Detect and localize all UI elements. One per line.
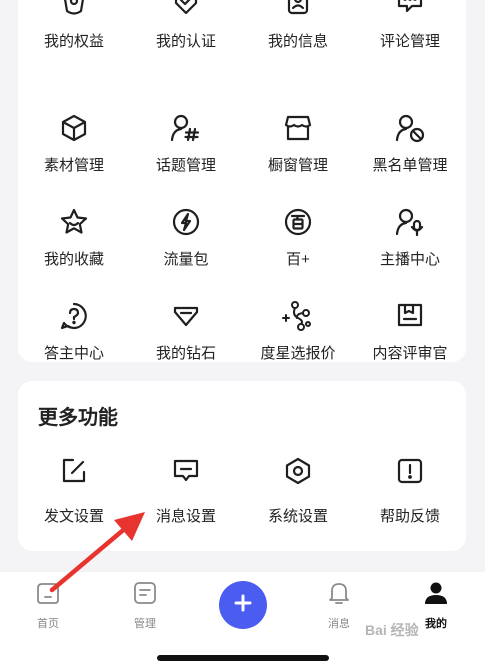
review-icon [394, 300, 426, 332]
grid-item-blacklist[interactable]: 黑名单管理 [354, 94, 466, 188]
hexagon-gear-icon [282, 455, 314, 487]
grid-item-traffic-pack[interactable]: 流量包 [130, 188, 242, 282]
shop-window-icon [282, 112, 314, 144]
tab-label: 消息 [328, 618, 350, 630]
edit-square-icon [58, 455, 90, 487]
diamond-icon [170, 300, 202, 332]
grid-item-label: 我的权益 [43, 33, 104, 50]
manage-icon [132, 580, 158, 611]
tab-manage[interactable]: 管理 [105, 580, 185, 631]
grid-item-star-quote[interactable]: 度星选报价 [242, 282, 354, 376]
features-grid: 我的权益 我的认证 我的信息 评论管理 素材管理 话题管理 橱窗管理 黑名单管理… [18, 0, 466, 376]
star-link-icon [282, 300, 314, 332]
tab-home[interactable]: 首页 [8, 580, 88, 631]
home-indicator [157, 655, 329, 661]
home-icon [35, 580, 61, 611]
more-functions-grid: 发文设置 消息设置 系统设置 帮助反馈 [18, 455, 466, 535]
user-block-icon [394, 112, 426, 144]
more-item-post-settings[interactable]: 发文设置 [18, 455, 130, 535]
grid-item-label: 橱窗管理 [267, 157, 328, 174]
bell-icon [326, 580, 352, 611]
grid-item-comments[interactable]: 评论管理 [354, 0, 466, 94]
comment-icon [394, 0, 426, 20]
grid-item-label: 素材管理 [43, 157, 104, 174]
grid-item-anchor-center[interactable]: 主播中心 [354, 188, 466, 282]
grid-item-label: 黑名单管理 [372, 157, 448, 174]
grid-item-diamonds[interactable]: 我的钻石 [130, 282, 242, 376]
section-title: 更多功能 [38, 407, 118, 429]
star-icon [58, 206, 90, 238]
grid-item-label: 话题管理 [155, 157, 216, 174]
grid-item-label: 流量包 [163, 251, 209, 268]
grid-item-shop-window[interactable]: 橱窗管理 [242, 94, 354, 188]
grid-item-label: 评论管理 [379, 33, 440, 50]
features-card: 我的权益 我的认证 我的信息 评论管理 素材管理 话题管理 橱窗管理 黑名单管理… [18, 0, 466, 362]
more-item-label: 发文设置 [43, 508, 104, 525]
grid-item-label: 内容评审官 [372, 345, 448, 362]
user-icon [423, 580, 449, 611]
more-item-label: 帮助反馈 [379, 508, 440, 525]
tab-label: 首页 [37, 618, 59, 630]
more-item-label: 消息设置 [155, 508, 216, 525]
grid-item-label: 我的认证 [155, 33, 216, 50]
badge-check-icon [170, 0, 202, 20]
plus-icon [232, 592, 254, 619]
grid-item-materials[interactable]: 素材管理 [18, 94, 130, 188]
grid-item-label: 我的收藏 [43, 251, 104, 268]
watermark: Bai 经验 [365, 622, 419, 638]
more-item-label: 系统设置 [267, 508, 328, 525]
user-mic-icon [394, 206, 426, 238]
gift-box-icon [58, 0, 90, 20]
grid-item-answerer-center[interactable]: 答主中心 [18, 282, 130, 376]
more-item-system-settings[interactable]: 系统设置 [242, 455, 354, 535]
grid-item-label: 百+ [286, 251, 310, 268]
grid-item-content-reviewer[interactable]: 内容评审官 [354, 282, 466, 376]
create-post-button[interactable] [219, 581, 267, 629]
more-functions-card: 更多功能 发文设置 消息设置 系统设置 帮助反馈 [18, 381, 466, 551]
grid-item-label: 主播中心 [379, 251, 440, 268]
question-icon [58, 300, 90, 332]
grid-item-info[interactable]: 我的信息 [242, 0, 354, 94]
grid-item-certification[interactable]: 我的认证 [130, 0, 242, 94]
grid-item-rights[interactable]: 我的权益 [18, 0, 130, 94]
grid-item-topics[interactable]: 话题管理 [130, 94, 242, 188]
grid-item-favorites[interactable]: 我的收藏 [18, 188, 130, 282]
grid-item-label: 我的钻石 [155, 345, 216, 362]
cube-icon [58, 112, 90, 144]
user-hashtag-icon [170, 112, 202, 144]
id-card-icon [282, 0, 314, 20]
grid-item-bai-plus[interactable]: 百+ [242, 188, 354, 282]
lightning-icon [170, 206, 202, 238]
tab-label: 管理 [134, 618, 156, 630]
more-item-help-feedback[interactable]: 帮助反馈 [354, 455, 466, 535]
grid-item-label: 度星选报价 [260, 345, 336, 362]
grid-item-label: 答主中心 [43, 345, 104, 362]
exclamation-square-icon [394, 455, 426, 487]
more-item-message-settings[interactable]: 消息设置 [130, 455, 242, 535]
grid-item-label: 我的信息 [267, 33, 328, 50]
message-icon [170, 455, 202, 487]
bai-plus-icon [282, 206, 314, 238]
